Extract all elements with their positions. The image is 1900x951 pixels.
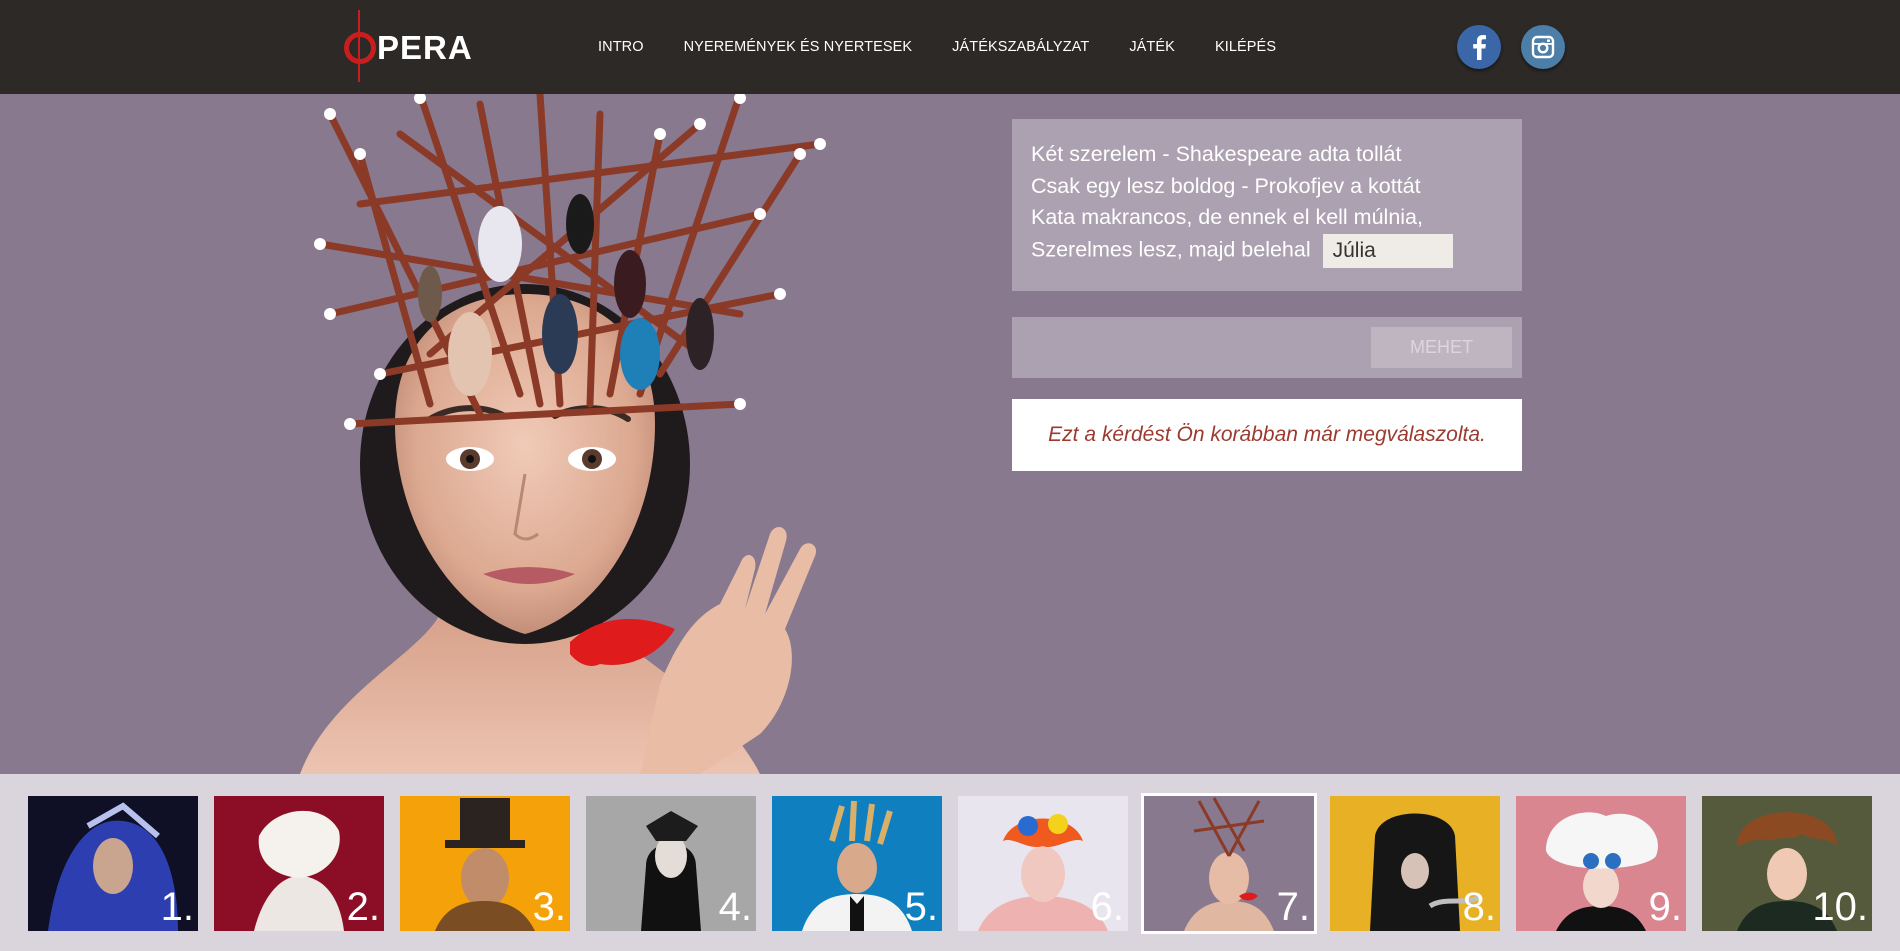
hero-section: Két szerelem - Shakespeare adta tollát C… (0, 94, 1900, 774)
poem-line-4-wrapper: Szerelmes lesz, majd belehal Júlia (1031, 233, 1503, 268)
thumbnail-6-number: 6. (1090, 885, 1124, 929)
nav-prizes-and-winners[interactable]: NYEREMÉNYEK ÉS NYERTESEK (684, 39, 913, 55)
already-answered-message: Ezt a kérdést Ön korábban már megválaszo… (1012, 399, 1522, 471)
poem-line-2: Csak egy lesz boldog - Prokofjev a kottá… (1031, 173, 1421, 198)
instagram-button[interactable] (1521, 25, 1565, 69)
top-navigation-bar: PERA INTRO NYEREMÉNYEK ÉS NYERTESEK JÁTÉ… (0, 0, 1900, 94)
poem-line-4: Szerelmes lesz, majd belehal (1031, 237, 1311, 262)
thumbnail-8[interactable]: 8. (1330, 796, 1500, 931)
submit-panel: MEHET (1012, 317, 1522, 378)
instagram-icon (1531, 35, 1555, 59)
thumbnail-7-number: 7. (1276, 885, 1310, 929)
facebook-button[interactable] (1457, 25, 1501, 69)
poem-line-3: Kata makrancos, de ennek el kell múlnia, (1031, 205, 1423, 229)
opera-logo[interactable]: PERA (344, 10, 472, 82)
nav-game[interactable]: JÁTÉK (1129, 39, 1175, 55)
thumbnail-2-number: 2. (346, 885, 380, 929)
main-menu: INTRO NYEREMÉNYEK ÉS NYERTESEK JÁTÉKSZAB… (578, 0, 1296, 94)
logo-baton (358, 10, 360, 82)
thumbnail-9[interactable]: 9. (1516, 796, 1686, 931)
submit-button[interactable]: MEHET (1371, 327, 1512, 368)
logo-text: PERA (377, 29, 473, 66)
thumbnail-2[interactable]: 2. (214, 796, 384, 931)
thumbnail-3-number: 3. (532, 885, 566, 929)
thumbnail-10-number: 10. (1812, 885, 1868, 929)
facebook-icon (1473, 35, 1486, 60)
question-thumbnail-strip: 1. 2. 3. 4. 5. 6. 7. 8. 9. 10. (0, 774, 1900, 951)
nav-intro[interactable]: INTRO (598, 39, 644, 55)
nav-rules[interactable]: JÁTÉKSZABÁLYZAT (952, 39, 1089, 55)
thumbnail-3[interactable]: 3. (400, 796, 570, 931)
thumbnail-1[interactable]: 1. (28, 796, 198, 931)
thumbnail-7[interactable]: 7. (1141, 793, 1317, 934)
thumbnail-6[interactable]: 6. (958, 796, 1128, 931)
thumbnail-5[interactable]: 5. (772, 796, 942, 931)
thumbnail-9-number: 9. (1648, 885, 1682, 929)
thumbnail-1-number: 1. (160, 885, 194, 929)
thumbnail-8-number: 8. (1462, 885, 1496, 929)
logo-ring-icon (344, 32, 376, 64)
quiz-question-panel: Két szerelem - Shakespeare adta tollát C… (1012, 119, 1522, 291)
thumbnail-4[interactable]: 4. (586, 796, 756, 931)
poem-line-1: Két szerelem - Shakespeare adta tollát (1031, 142, 1402, 166)
answer-field[interactable]: Júlia (1322, 233, 1453, 268)
thumbnail-10[interactable]: 10. (1702, 796, 1872, 931)
hero-portrait-image (300, 94, 826, 774)
thumbnail-4-number: 4. (718, 885, 752, 929)
nav-logout[interactable]: KILÉPÉS (1215, 39, 1276, 55)
thumbnail-5-number: 5. (904, 885, 938, 929)
